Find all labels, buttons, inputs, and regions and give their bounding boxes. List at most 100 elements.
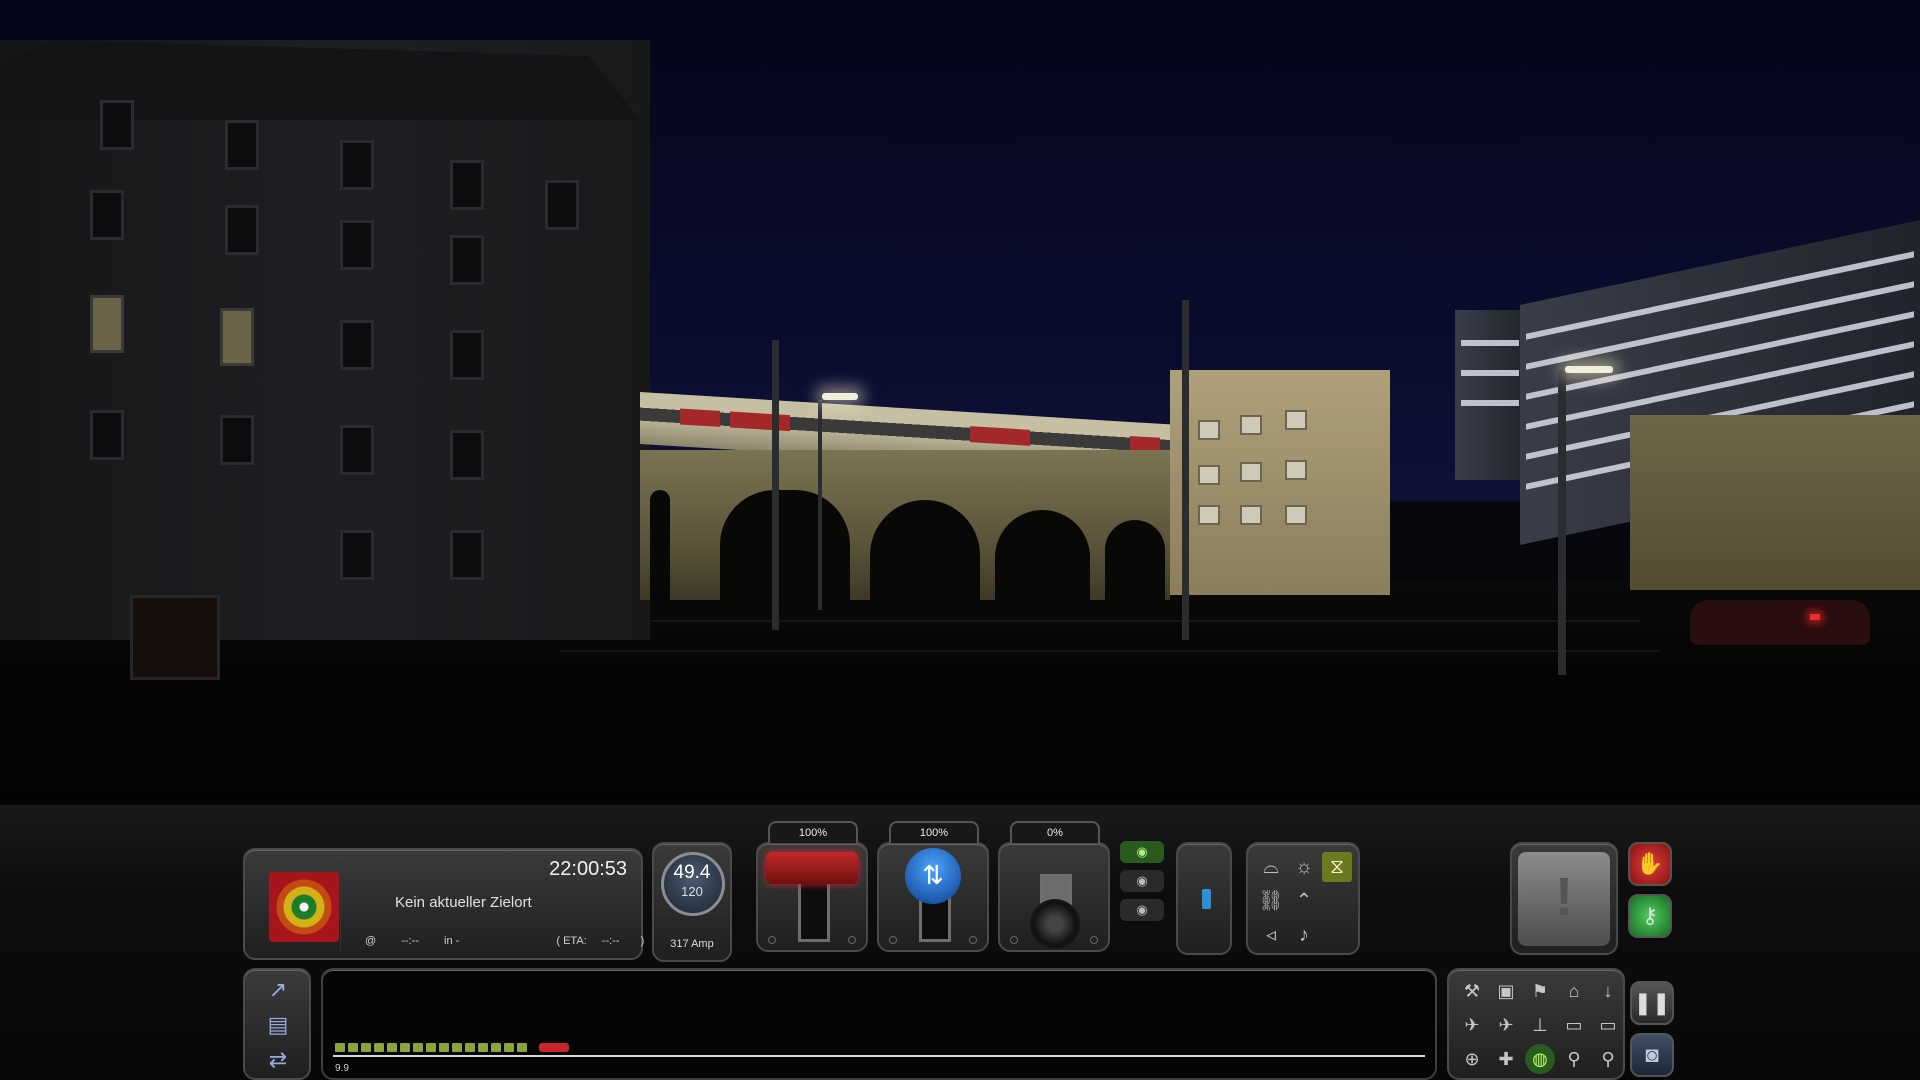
in-label: in - <box>444 935 460 947</box>
wagon-icon[interactable]: ⌂ <box>1559 976 1589 1006</box>
reverser-lever[interactable]: 100% ⇅ <box>877 821 989 952</box>
viaduct-arch <box>995 510 1090 600</box>
key-icon[interactable]: ⚷ <box>1628 894 1672 938</box>
catenary-pole <box>1182 300 1189 640</box>
window <box>220 415 254 465</box>
horn-icon[interactable]: ◃ <box>1256 920 1286 950</box>
schedule-icon[interactable]: ▤ <box>259 1011 297 1039</box>
route-icon[interactable]: ↗ <box>259 976 297 1004</box>
menu-bar: ↗ ▤ ⇄ <box>243 968 311 1080</box>
street-lamp <box>822 393 858 400</box>
wiper-icon[interactable]: ⌓ <box>1256 852 1286 882</box>
plane-icon[interactable]: ✚ <box>1491 1044 1521 1074</box>
camera-external-icon[interactable]: ◉ <box>1120 870 1164 892</box>
coupler-icon[interactable]: ⛓ <box>1256 886 1286 916</box>
brake-knob[interactable] <box>1030 899 1080 949</box>
destination-label: Kein aktueller Zielort <box>395 894 532 911</box>
track-segment <box>439 1043 449 1052</box>
track-segment <box>452 1043 462 1052</box>
bell-icon[interactable]: ♪ <box>1289 920 1319 950</box>
window-lit <box>220 308 254 366</box>
viaduct-arch <box>720 490 850 600</box>
speedometer-panel: 49.4 120 317 Amp <box>652 842 732 962</box>
window <box>1285 460 1307 480</box>
window <box>340 320 374 370</box>
street-lamp-pole <box>1558 370 1566 675</box>
window <box>340 220 374 270</box>
track-segment <box>465 1043 475 1052</box>
window <box>1285 410 1307 430</box>
window <box>340 425 374 475</box>
helicopter-icon[interactable]: ✈ <box>1457 1010 1487 1040</box>
clock: 22:00:53 <box>549 858 627 880</box>
left-building-roof <box>0 40 640 120</box>
window <box>340 140 374 190</box>
headlight-icon[interactable]: ☼ <box>1289 852 1319 882</box>
mid-building <box>1170 370 1390 595</box>
window <box>90 410 124 460</box>
gauge-level-bar <box>1202 889 1211 909</box>
throttle-slot <box>798 874 830 942</box>
track-segment <box>335 1043 345 1052</box>
camera-cab-icon[interactable]: ◉ <box>1120 841 1164 863</box>
sander-icon[interactable]: ⧖ <box>1322 852 1352 882</box>
helicopter-2-icon[interactable]: ✈ <box>1491 1010 1521 1040</box>
coach-icon[interactable]: ▭ <box>1593 1010 1623 1040</box>
track-segment <box>387 1043 397 1052</box>
reverser-knob-icon[interactable]: ⇅ <box>905 848 961 904</box>
crane-icon[interactable]: ⊥ <box>1525 1010 1555 1040</box>
emergency-brake-icon[interactable]: ✋ <box>1628 842 1672 886</box>
eta-label: ( ETA: <box>556 935 587 947</box>
window <box>100 100 134 150</box>
throttle-handle[interactable] <box>766 852 858 884</box>
screenshot-icon[interactable]: ◙ <box>1630 1033 1674 1077</box>
alerter-button[interactable]: ! <box>1518 852 1610 946</box>
track-segment <box>361 1043 371 1052</box>
viaduct-arch <box>1105 520 1165 600</box>
track-segment <box>517 1043 527 1052</box>
window <box>1285 505 1307 525</box>
track-segment <box>348 1043 358 1052</box>
at-label: @ <box>365 935 377 947</box>
lit-floor <box>1461 400 1519 406</box>
pause-icon[interactable]: ❚❚ <box>1630 981 1674 1025</box>
bus-icon[interactable]: ▭ <box>1559 1010 1589 1040</box>
speed-limit: 120 <box>681 884 703 899</box>
window <box>1198 420 1220 440</box>
throttle-lever[interactable]: 100% <box>756 821 868 952</box>
signal-aspect-icon <box>269 872 339 942</box>
screw-icon <box>768 936 776 944</box>
game-3d-scene[interactable] <box>0 0 1920 805</box>
hand-signal-icon[interactable]: ⚑ <box>1525 976 1555 1006</box>
pantograph-icon[interactable]: ⌃ <box>1289 886 1319 916</box>
building-door <box>130 595 220 680</box>
pin-icon[interactable]: ⚲ <box>1559 1044 1589 1074</box>
track-line <box>333 1055 1425 1057</box>
camera-passenger-icon[interactable]: ◉ <box>1120 899 1164 921</box>
tools-icon[interactable]: ⚒ <box>1457 976 1487 1006</box>
driver-hud: 22:00:53 Kein aktueller Zielort @ --:-- … <box>0 805 1920 1080</box>
screw-icon <box>969 936 977 944</box>
train-livery <box>730 411 790 432</box>
street-lamp-pole <box>818 400 822 610</box>
brake-lever[interactable]: 0% <box>998 821 1110 952</box>
window <box>1240 505 1262 525</box>
marker-icon[interactable]: ⚲ <box>1593 1044 1623 1074</box>
screw-icon <box>889 936 897 944</box>
free-view-icon[interactable]: ⊕ <box>1457 1044 1487 1074</box>
train-view-icon[interactable]: ▣ <box>1491 976 1521 1006</box>
switch-icon[interactable]: ⇄ <box>259 1046 297 1074</box>
right-building <box>1630 415 1920 590</box>
catenary-pole <box>772 340 779 630</box>
arrow-down-icon[interactable]: ↓ <box>1593 976 1623 1006</box>
window <box>340 530 374 580</box>
track-monitor: 9.9 <box>321 968 1437 1080</box>
window <box>225 120 259 170</box>
viaduct-arch <box>650 490 670 600</box>
window-lit <box>90 295 124 353</box>
window <box>1240 462 1262 482</box>
world-icon[interactable]: ◍ <box>1525 1044 1555 1074</box>
alerter-panel[interactable]: ! <box>1510 842 1618 955</box>
eta-close: ) <box>640 935 645 947</box>
window <box>450 430 484 480</box>
